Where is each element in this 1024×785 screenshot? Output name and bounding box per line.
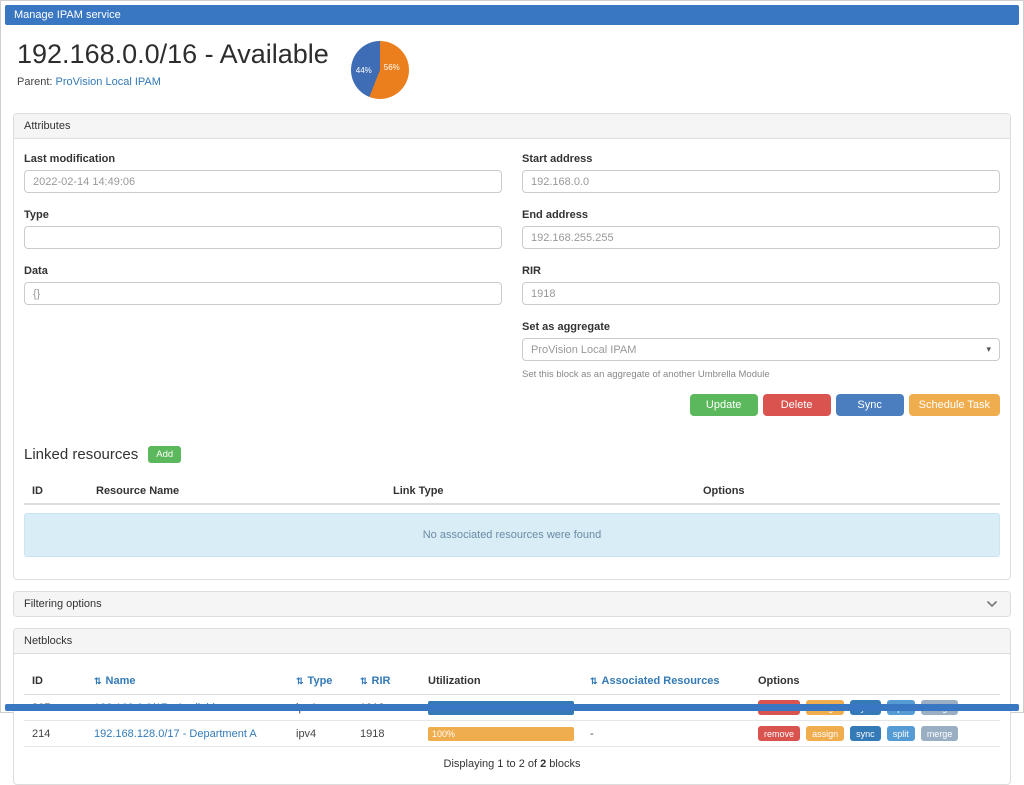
parent-line: Parent: ProVision Local IPAM bbox=[17, 76, 329, 88]
sort-icon: ⇅ bbox=[360, 676, 368, 686]
filtering-options-title: Filtering options bbox=[24, 598, 102, 610]
attributes-form-left-column: Last modification Type Data bbox=[24, 153, 502, 380]
aggregate-select-value: ProVision Local IPAM bbox=[531, 344, 636, 356]
end-address-input[interactable] bbox=[522, 226, 1000, 249]
netblock-rir: 1918 bbox=[352, 721, 420, 747]
pie-slice-label-free: 44% bbox=[356, 66, 372, 75]
lr-col-link-type: Link Type bbox=[385, 479, 695, 504]
window-title-bar: Manage IPAM service bbox=[5, 5, 1019, 25]
linked-resources-header-row: ID Resource Name Link Type Options bbox=[24, 479, 1000, 504]
page-content: 192.168.0.0/16 - Available Parent: ProVi… bbox=[5, 25, 1019, 785]
nb-col-rir-label: RIR bbox=[372, 675, 391, 687]
pie-slice-label-used: 56% bbox=[384, 63, 400, 72]
nb-col-name-label: Name bbox=[106, 675, 136, 687]
lr-col-resource-name: Resource Name bbox=[88, 479, 385, 504]
chevron-down-icon[interactable] bbox=[986, 600, 1000, 608]
utilization-pie-chart: 44% 56% bbox=[351, 41, 409, 99]
last-modification-input[interactable] bbox=[24, 170, 502, 193]
split-button[interactable]: split bbox=[887, 726, 915, 741]
nb-col-options: Options bbox=[750, 668, 1000, 695]
utilization-bar: 100% bbox=[428, 727, 574, 741]
no-resources-alert: No associated resources were found bbox=[24, 513, 1000, 557]
caret-down-icon: ▾ bbox=[986, 344, 991, 355]
linked-resources-title: Linked resources bbox=[24, 446, 138, 463]
attributes-form-right-column: Start address End address RIR Set a bbox=[522, 153, 1000, 380]
netblocks-panel-title: Netblocks bbox=[24, 635, 72, 647]
nb-col-rir[interactable]: ⇅ RIR bbox=[352, 668, 420, 695]
schedule-task-button[interactable]: Schedule Task bbox=[909, 394, 1000, 416]
netblocks-panel-heading: Netblocks bbox=[14, 629, 1010, 654]
block-summary-header: 192.168.0.0/16 - Available Parent: ProVi… bbox=[13, 33, 1011, 113]
filtering-options-header[interactable]: Filtering options bbox=[14, 592, 1010, 616]
netblock-type: ipv4 bbox=[288, 721, 352, 747]
attributes-form: Last modification Type Data bbox=[24, 153, 1000, 416]
rir-input[interactable] bbox=[522, 282, 1000, 305]
linked-resources-table: ID Resource Name Link Type Options bbox=[24, 479, 1000, 505]
lr-col-id: ID bbox=[24, 479, 88, 504]
pagination-prefix: Displaying 1 to 2 of bbox=[444, 758, 541, 770]
utilization-bar-label: 100% bbox=[428, 729, 455, 739]
nb-col-associated-label: Associated Resources bbox=[602, 675, 720, 687]
sort-icon: ⇅ bbox=[296, 676, 304, 686]
parent-label: Parent: bbox=[17, 76, 52, 88]
sync-row-button[interactable]: sync bbox=[850, 726, 881, 741]
window-title: Manage IPAM service bbox=[14, 9, 121, 21]
data-label: Data bbox=[24, 265, 502, 277]
linked-resources-section: Linked resources Add ID Resource Name Li… bbox=[24, 446, 1000, 557]
netblock-name-link[interactable]: 192.168.128.0/17 - Department A bbox=[94, 728, 257, 740]
netblocks-panel-body: ID ⇅ Name ⇅ Type ⇅ RIR Utilization bbox=[14, 654, 1010, 784]
data-input[interactable] bbox=[24, 282, 502, 305]
aggregate-help-text: Set this block as an aggregate of anothe… bbox=[522, 369, 1000, 380]
lr-col-options: Options bbox=[695, 479, 1000, 504]
nb-col-id: ID bbox=[24, 668, 86, 695]
manage-ipam-page: Manage IPAM service 192.168.0.0/16 - Ava… bbox=[0, 0, 1024, 713]
nb-col-type[interactable]: ⇅ Type bbox=[288, 668, 352, 695]
netblocks-header-row: ID ⇅ Name ⇅ Type ⇅ RIR Utilization bbox=[24, 668, 1000, 695]
attributes-panel-heading: Attributes bbox=[14, 114, 1010, 139]
netblock-row: 214 192.168.128.0/17 - Department A ipv4… bbox=[24, 721, 1000, 747]
update-button[interactable]: Update bbox=[690, 394, 758, 416]
attributes-panel-body: Last modification Type Data bbox=[14, 139, 1010, 579]
nb-col-utilization: Utilization bbox=[420, 668, 582, 695]
filtering-options-panel: Filtering options bbox=[13, 591, 1011, 617]
parent-link[interactable]: ProVision Local IPAM bbox=[56, 76, 161, 88]
assign-button[interactable]: assign bbox=[806, 726, 844, 741]
sort-icon: ⇅ bbox=[590, 676, 598, 686]
aggregate-label: Set as aggregate bbox=[522, 321, 1000, 333]
rir-label: RIR bbox=[522, 265, 1000, 277]
nb-col-name[interactable]: ⇅ Name bbox=[86, 668, 288, 695]
merge-button[interactable]: merge bbox=[921, 726, 959, 741]
sort-icon: ⇅ bbox=[94, 676, 102, 686]
end-address-label: End address bbox=[522, 209, 1000, 221]
netblock-associated: - bbox=[582, 721, 750, 747]
delete-button[interactable]: Delete bbox=[763, 394, 831, 416]
block-summary-text: 192.168.0.0/16 - Available Parent: ProVi… bbox=[17, 39, 329, 88]
type-label: Type bbox=[24, 209, 502, 221]
type-input[interactable] bbox=[24, 226, 502, 249]
netblock-options: remove assign sync split merge bbox=[750, 721, 1000, 747]
attributes-actions: Update Delete Sync Schedule Task bbox=[24, 394, 1000, 416]
attributes-panel: Attributes Last modification Type bbox=[13, 113, 1011, 580]
page-title: 192.168.0.0/16 - Available bbox=[17, 39, 329, 70]
aggregate-select[interactable]: ProVision Local IPAM ▾ bbox=[522, 338, 1000, 361]
remove-button[interactable]: remove bbox=[758, 726, 800, 741]
nb-col-associated-resources[interactable]: ⇅ Associated Resources bbox=[582, 668, 750, 695]
attributes-panel-title: Attributes bbox=[24, 120, 70, 132]
sync-button[interactable]: Sync bbox=[836, 394, 904, 416]
last-modification-label: Last modification bbox=[24, 153, 502, 165]
add-linked-resource-button[interactable]: Add bbox=[148, 446, 181, 463]
netblock-id: 214 bbox=[24, 721, 86, 747]
start-address-label: Start address bbox=[522, 153, 1000, 165]
footer-bar bbox=[5, 704, 1019, 711]
nb-col-type-label: Type bbox=[308, 675, 333, 687]
start-address-input[interactable] bbox=[522, 170, 1000, 193]
pagination-suffix: blocks bbox=[546, 758, 580, 770]
pagination-summary: Displaying 1 to 2 of 2 blocks bbox=[24, 747, 1000, 774]
